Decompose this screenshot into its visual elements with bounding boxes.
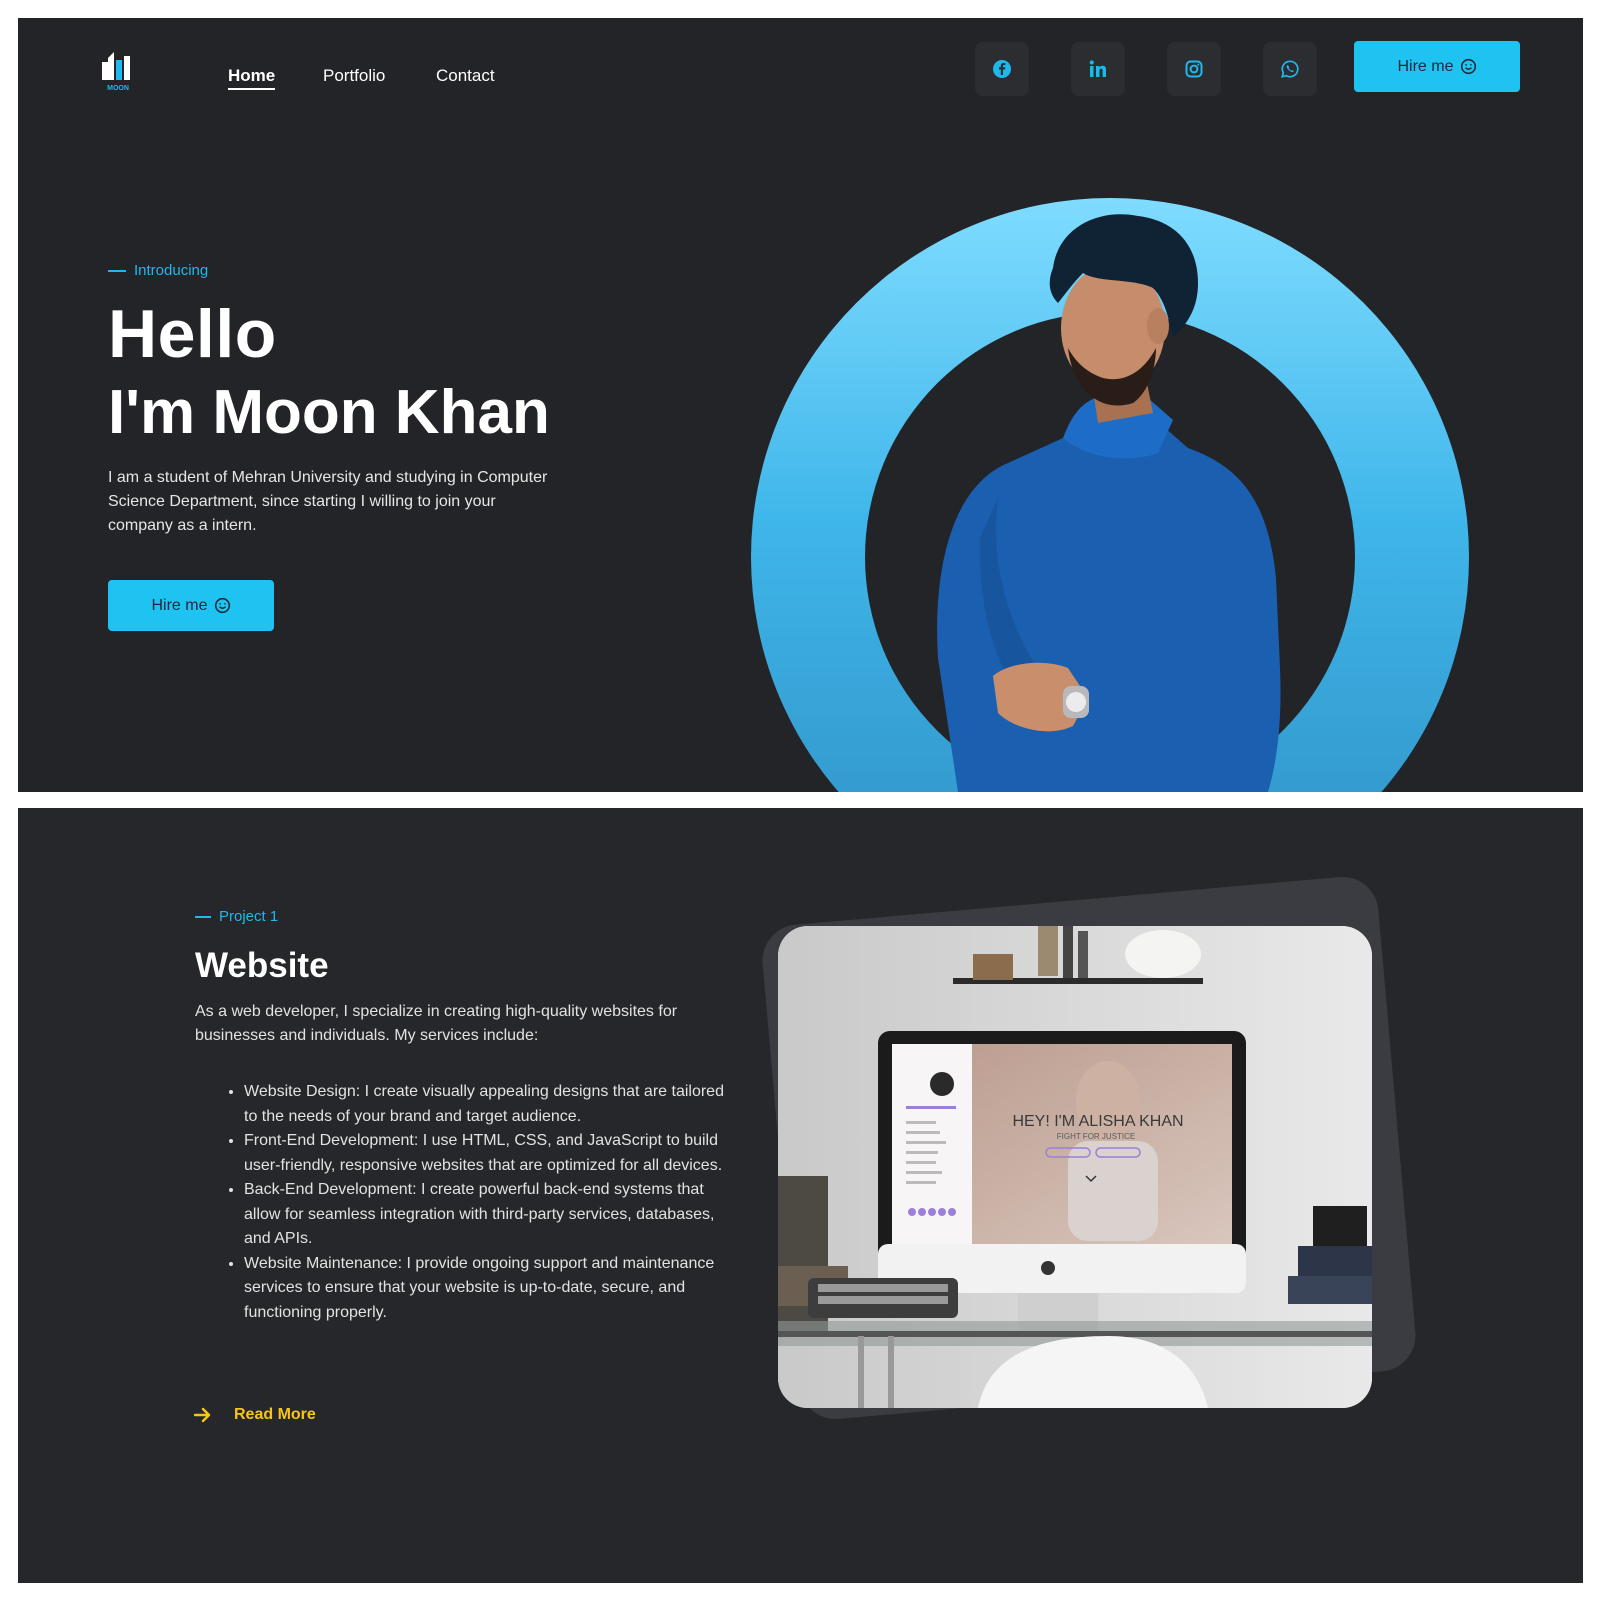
linkedin-icon (1089, 60, 1106, 77)
hero-heading-name: I'm Moon Khan (108, 378, 550, 447)
project-description: As a web developer, I specialize in crea… (195, 1003, 678, 1044)
intro-label: Introducing (134, 262, 209, 279)
services-list: Website Design: I create visually appeal… (244, 1080, 724, 1325)
hero-heading-hello: Hello (108, 296, 277, 372)
hire-me-button-nav[interactable]: Hire me (1354, 41, 1520, 92)
list-item: Back-End Development: I create powerful … (244, 1178, 724, 1252)
hero-section: MOON Home Portfolio Contact Hire me Intr… (18, 18, 1583, 792)
linkedin-button[interactable] (1071, 42, 1125, 96)
list-item: Website Design: I create visually appeal… (244, 1080, 724, 1129)
facebook-button[interactable] (975, 42, 1029, 96)
whatsapp-button[interactable] (1263, 42, 1317, 96)
whatsapp-icon (1281, 60, 1299, 78)
read-more-label: Read More (234, 1406, 316, 1423)
intro-eyebrow: Introducing (108, 262, 208, 279)
list-item: Front-End Development: I use HTML, CSS, … (244, 1129, 724, 1178)
instagram-button[interactable] (1167, 42, 1221, 96)
read-more-link[interactable]: Read More (194, 1406, 316, 1424)
smile-icon (214, 597, 230, 614)
project-section: Project 1 Website As a web developer, I … (18, 808, 1583, 1583)
arrow-right-icon (194, 1407, 211, 1423)
moon-logo-icon: MOON (102, 52, 130, 92)
instagram-icon (1185, 60, 1203, 78)
project-title: Website (195, 946, 329, 985)
dash-decoration (195, 915, 211, 918)
nav-link-home[interactable]: Home (228, 66, 276, 90)
nav-link-contact[interactable]: Contact (436, 66, 495, 86)
profile-photo (937, 214, 1281, 792)
mockup-headline: HEY! I'M ALISHA KHAN (1012, 1113, 1183, 1130)
hire-me-label: Hire me (151, 596, 208, 614)
project-eyebrow: Project 1 (195, 908, 278, 925)
nav-link-portfolio[interactable]: Portfolio (323, 66, 385, 86)
hire-me-label: Hire me (1397, 57, 1454, 75)
hire-me-button-hero[interactable]: Hire me (108, 580, 274, 631)
svg-text:MOON: MOON (107, 85, 129, 92)
mockup-subline: FIGHT FOR JUSTICE (1057, 1132, 1136, 1141)
project-image[interactable]: HEY! I'M ALISHA KHAN FIGHT FOR JUSTICE (778, 926, 1372, 1408)
hero-description: I am a student of Mehran University and … (108, 469, 548, 534)
logo[interactable]: MOON (100, 48, 136, 92)
list-item: Website Maintenance: I provide ongoing s… (244, 1252, 724, 1326)
dash-decoration (108, 269, 126, 272)
facebook-icon (993, 60, 1011, 78)
project-screenshot: HEY! I'M ALISHA KHAN FIGHT FOR JUSTICE (778, 926, 1372, 1408)
smile-icon (1460, 58, 1476, 75)
project-number-label: Project 1 (219, 908, 279, 925)
